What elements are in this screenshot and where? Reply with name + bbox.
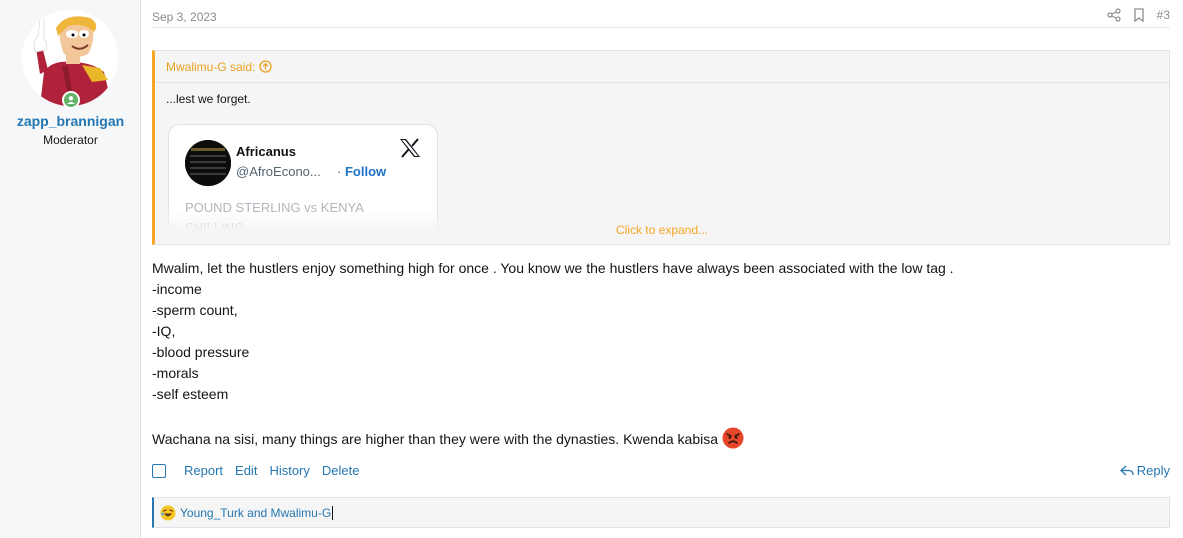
online-user-icon — [64, 93, 78, 107]
reply-button[interactable]: Reply — [1119, 463, 1170, 478]
quote-body: ...lest we forget. — [166, 92, 251, 106]
tweet-follow-separator: · — [337, 164, 342, 179]
tweet-author-name[interactable]: Africanus — [236, 144, 296, 159]
post-header-divider — [152, 27, 1170, 28]
reactions-bar: Young_Turk and Mwalimu-G — [152, 497, 1170, 528]
tweet-avatar-image — [185, 140, 231, 186]
message-line: -self esteem — [152, 386, 229, 402]
tweet-handle[interactable]: @AfroEcono... — [236, 164, 321, 179]
message-line: -IQ, — [152, 323, 176, 339]
message-line: -income — [152, 281, 202, 297]
share-icon[interactable] — [1107, 8, 1121, 22]
edit-link[interactable]: Edit — [235, 463, 257, 478]
author-title: Moderator — [43, 133, 98, 147]
post-header-actions: #3 — [1107, 8, 1170, 22]
message-line: Mwalim, let the hustlers enjoy something… — [152, 260, 954, 276]
select-post-checkbox[interactable] — [152, 463, 166, 478]
reaction-users[interactable]: Young_Turk and Mwalimu-G — [180, 506, 331, 520]
click-to-expand[interactable]: Click to expand... — [155, 223, 1169, 237]
quote-block: Mwalimu-G said: ...lest we forget. Afric… — [152, 50, 1170, 245]
message-line: -sperm count, — [152, 302, 238, 318]
message-line: -blood pressure — [152, 344, 250, 360]
tweet-follow-button[interactable]: Follow — [345, 164, 386, 179]
angry-face-icon — [722, 427, 744, 449]
x-logo-icon[interactable] — [399, 138, 421, 158]
reply-icon — [1119, 465, 1134, 475]
tweet-avatar[interactable] — [185, 140, 231, 186]
post-date[interactable]: Sep 3, 2023 — [152, 10, 217, 24]
message-line-text: Wachana na sisi, many things are higher … — [152, 431, 719, 447]
quote-attribution[interactable]: Mwalimu-G said: — [155, 51, 1169, 83]
report-link[interactable]: Report — [184, 463, 223, 478]
post-actions: Report Edit History Delete — [152, 463, 371, 478]
post-number[interactable]: #3 — [1157, 8, 1170, 22]
laughing-emoji-icon[interactable] — [160, 505, 176, 521]
delete-link[interactable]: Delete — [322, 463, 360, 478]
arrow-up-circle-icon[interactable] — [259, 60, 273, 73]
message-line: -morals — [152, 365, 199, 381]
history-link[interactable]: History — [269, 463, 309, 478]
user-sidebar: zapp_brannigan Moderator — [0, 0, 141, 538]
bookmark-icon[interactable] — [1133, 8, 1145, 22]
message-line-last: Wachana na sisi, many things are higher … — [152, 427, 954, 449]
online-status-indicator — [62, 91, 80, 109]
text-caret — [332, 505, 334, 520]
quote-attribution-text[interactable]: Mwalimu-G said: — [166, 60, 255, 74]
reply-label: Reply — [1136, 463, 1170, 478]
post-message: Mwalim, let the hustlers enjoy something… — [152, 258, 954, 449]
message-line — [152, 405, 954, 426]
tweet-follow: · Follow — [337, 164, 386, 179]
author-username[interactable]: zapp_brannigan — [0, 113, 141, 129]
